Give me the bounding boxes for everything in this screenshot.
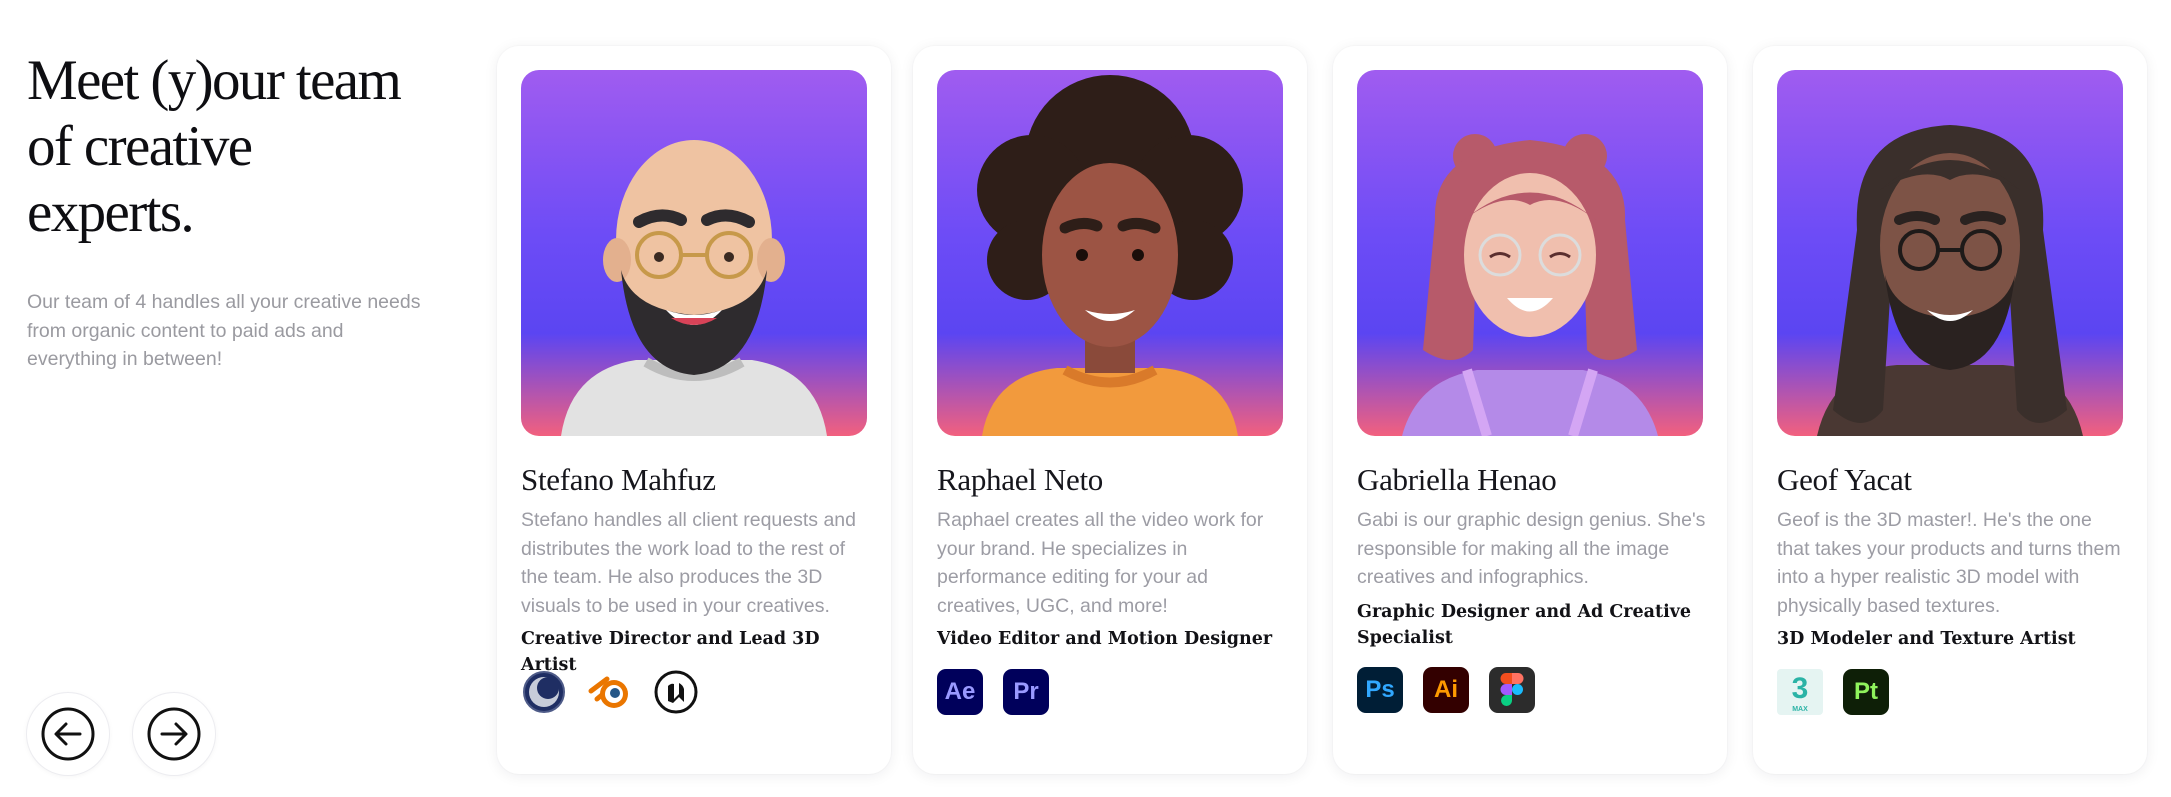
member-name: Geof Yacat: [1777, 462, 1912, 497]
member-role: 3D Modeler and Texture Artist: [1777, 629, 2076, 649]
blender-icon: [587, 669, 633, 715]
team-card-raphael: Raphael Neto Raphael creates all the vid…: [913, 46, 1307, 774]
member-description: Gabi is our graphic design genius. She's…: [1357, 509, 1706, 588]
member-description: Stefano handles all client requests and …: [521, 509, 856, 617]
team-card-stefano: Stefano Mahfuz Stefano handles all clien…: [497, 46, 891, 774]
3ds-max-sublabel: MAX: [1792, 706, 1808, 713]
3ds-max-icon: 3 MAX: [1777, 669, 1823, 715]
substance-painter-icon: Pt: [1843, 669, 1889, 715]
section-title: Meet (y)our team of creative experts.: [27, 49, 402, 244]
tool-list: Ps Ai: [1357, 667, 1535, 713]
photoshop-icon: Ps: [1357, 667, 1403, 713]
team-card-gabriella: Gabriella Henao Gabi is our graphic desi…: [1333, 46, 1727, 774]
carousel-navigation: [27, 693, 215, 775]
member-role: Graphic Designer and Ad Creative Special…: [1357, 602, 1692, 648]
arrow-right-icon: [147, 707, 201, 761]
section-description: Our team of 4 handles all your creative …: [27, 291, 421, 370]
arrow-left-icon: [41, 707, 95, 761]
cinema-4d-icon: [521, 669, 567, 715]
after-effects-icon: Ae: [937, 669, 983, 715]
tool-list: Ae Pr: [937, 669, 1049, 715]
tool-list: [521, 669, 699, 715]
avatar-geof: [1777, 70, 2123, 436]
intro-section: Meet (y)our team of creative experts. Ou…: [27, 48, 427, 374]
premiere-pro-icon: Pr: [1003, 669, 1049, 715]
member-description: Geof is the 3D master!. He's the one tha…: [1777, 509, 2121, 617]
avatar-gabriella: [1357, 70, 1703, 436]
previous-button[interactable]: [27, 693, 109, 775]
member-name: Stefano Mahfuz: [521, 462, 716, 497]
figma-icon: [1489, 667, 1535, 713]
avatar-raphael: [937, 70, 1283, 436]
tool-list: 3 MAX Pt: [1777, 669, 1889, 715]
team-card-geof: Geof Yacat Geof is the 3D master!. He's …: [1753, 46, 2147, 774]
3ds-max-label: 3: [1791, 672, 1809, 705]
member-name: Raphael Neto: [937, 462, 1103, 497]
member-role: Video Editor and Motion Designer: [937, 629, 1273, 649]
next-button[interactable]: [133, 693, 215, 775]
unreal-engine-icon: [653, 669, 699, 715]
member-name: Gabriella Henao: [1357, 462, 1557, 497]
avatar-stefano: [521, 70, 867, 436]
member-description: Raphael creates all the video work for y…: [937, 509, 1264, 617]
illustrator-icon: Ai: [1423, 667, 1469, 713]
